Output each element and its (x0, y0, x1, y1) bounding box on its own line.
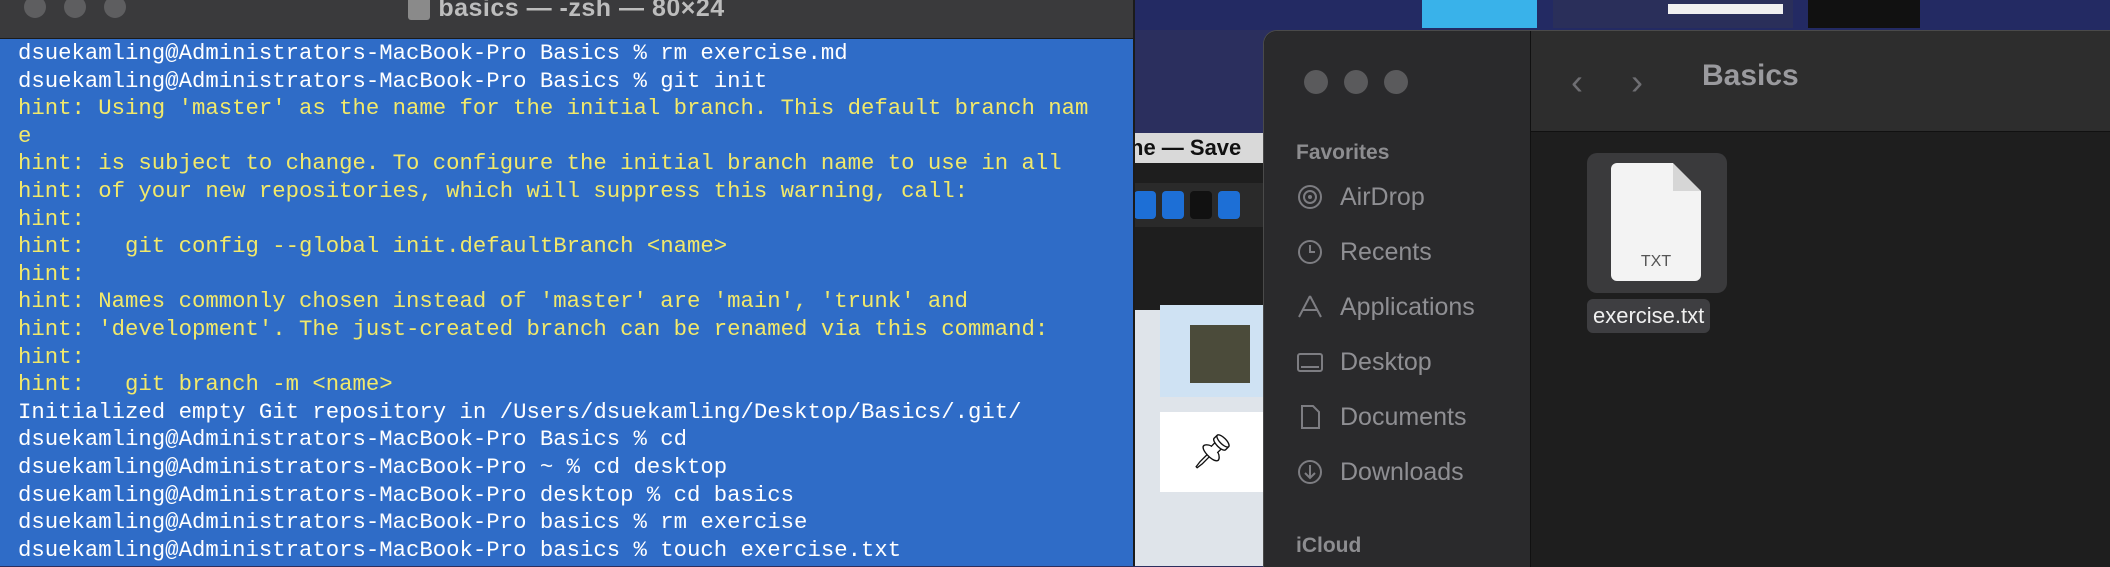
terminal-titlebar: basics — -zsh — 80×24 (0, 0, 1133, 39)
download-icon (1298, 460, 1322, 484)
thumbnail-image (1190, 325, 1250, 383)
terminal-line: hint: Using 'master' as the name for the… (18, 95, 1089, 122)
sidebar-header-icloud: iCloud (1296, 534, 1362, 557)
applications-icon (1298, 295, 1322, 318)
background-window-title: ne — Save (1130, 133, 1265, 163)
forward-button[interactable]: › (1631, 61, 1643, 103)
sidebar-item-applications[interactable]: Applications (1296, 287, 1475, 327)
terminal-line: dsuekamling@Administrators-MacBook-Pro b… (18, 536, 902, 563)
sidebar-item-label: Recents (1340, 237, 1432, 266)
close-button[interactable] (1304, 70, 1328, 94)
terminal-line: hint: (18, 205, 85, 232)
sidebar-item-label: Documents (1340, 402, 1467, 431)
minimize-button[interactable] (1344, 70, 1368, 94)
terminal-line: dsuekamling@Administrators-MacBook-Pro d… (18, 481, 795, 508)
terminal-title: basics — -zsh — 80×24 (0, 0, 1133, 23)
folder-icon (408, 0, 431, 20)
sidebar-item-documents[interactable]: Documents (1296, 397, 1466, 437)
terminal-line: dsuekamling@Administrators-MacBook-Pro b… (18, 509, 808, 536)
back-button[interactable]: ‹ (1571, 61, 1583, 103)
terminal-line: hint: Names commonly chosen instead of '… (18, 288, 969, 315)
sidebar-item-label: Desktop (1340, 347, 1432, 376)
toolbar-icon[interactable] (1218, 191, 1240, 219)
terminal-line: dsuekamling@Administrators-MacBook-Pro B… (18, 67, 768, 94)
terminal-line: dsuekamling@Administrators-MacBook-Pro B… (18, 426, 688, 453)
desktop-thumbnail (1422, 0, 1537, 28)
file-icon-tile[interactable]: TXT (1587, 153, 1727, 293)
airdrop-icon (1298, 185, 1322, 209)
terminal-line: hint: is subject to change. To configure… (18, 150, 1062, 177)
terminal-window[interactable]: basics — -zsh — 80×24 dsuekamling@Admini… (0, 0, 1135, 566)
sidebar-item-downloads[interactable]: Downloads (1296, 452, 1464, 492)
terminal-output[interactable]: dsuekamling@Administrators-MacBook-Pro B… (18, 40, 1123, 564)
terminal-line: dsuekamling@Administrators-MacBook-Pro B… (18, 40, 848, 66)
terminal-line: e (18, 122, 32, 149)
sidebar-item-label: Applications (1340, 292, 1475, 321)
sidebar-item-desktop[interactable]: Desktop (1296, 342, 1432, 382)
terminal-line: dsuekamling@Administrators-MacBook-Pro ~… (18, 453, 728, 480)
terminal-line: hint: (18, 260, 85, 287)
clock-icon (1298, 240, 1322, 264)
terminal-line: hint: of your new repositories, which wi… (18, 177, 969, 204)
zoom-button[interactable] (1384, 70, 1408, 94)
desktop-thumbnail (1808, 0, 1920, 28)
document-icon (1301, 405, 1320, 429)
sidebar-item-label: Downloads (1340, 457, 1464, 486)
file-extension-label: TXT (1640, 253, 1672, 270)
finder-window[interactable]: Favorites AirDrop Recents Applications D… (1263, 30, 2110, 567)
terminal-line: Initialized empty Git repository in /Use… (18, 398, 1022, 425)
terminal-line: hint: git config --global init.defaultBr… (18, 233, 728, 260)
toolbar-icon[interactable] (1134, 191, 1156, 219)
sidebar-item-recents[interactable]: Recents (1296, 232, 1432, 272)
terminal-line: hint: 'development'. The just-created br… (18, 315, 1049, 342)
sidebar-item-label: AirDrop (1340, 182, 1425, 211)
sidebar-item-airdrop[interactable]: AirDrop (1296, 177, 1425, 217)
toolbar-icon[interactable] (1190, 191, 1212, 219)
text-file-icon: TXT (1611, 163, 1701, 281)
toolbar-icon[interactable] (1162, 191, 1184, 219)
terminal-line: hint: (18, 343, 85, 370)
folder-title: Basics (1702, 59, 1799, 92)
file-name-label[interactable]: exercise.txt (1587, 299, 1711, 333)
desktop-thumbnail (1553, 0, 1793, 28)
sidebar-header-favorites: Favorites (1296, 141, 1390, 164)
desktop-icon (1297, 353, 1323, 372)
pin-icon[interactable]: 📌︎ (1160, 412, 1265, 492)
desktop-background (1130, 0, 2110, 30)
background-toolbar (1130, 183, 1269, 227)
finder-sidebar: Favorites AirDrop Recents Applications D… (1264, 31, 1531, 567)
terminal-line: hint: git branch -m <name> (18, 371, 393, 398)
finder-toolbar: ‹ › Basics (1531, 31, 2110, 132)
